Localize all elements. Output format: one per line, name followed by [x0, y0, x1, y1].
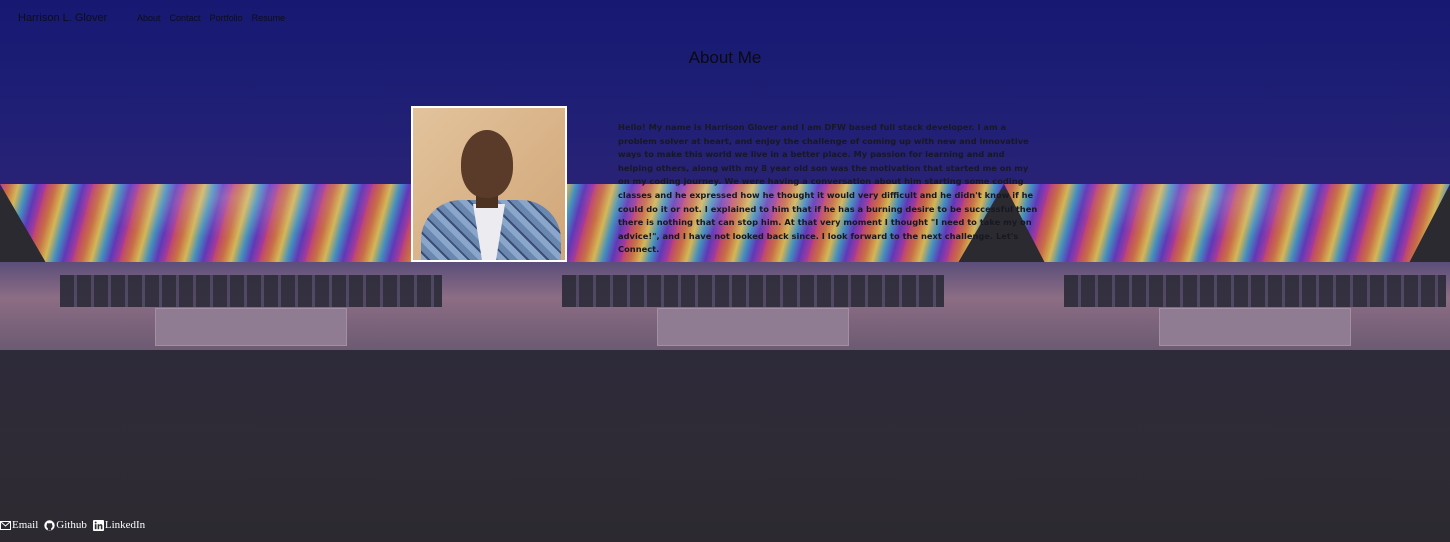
laptop-tile: [502, 0, 1004, 542]
nav-link-resume[interactable]: Resume: [252, 13, 286, 23]
nav-link-contact[interactable]: Contact: [170, 13, 201, 23]
nav-links: About Contact Portfolio Resume: [137, 13, 285, 23]
github-link[interactable]: Github: [44, 519, 87, 531]
laptop-tile: [0, 0, 502, 542]
bio-text: Hello! My name is Harrison Glover and I …: [618, 122, 1038, 255]
nav-link-about[interactable]: About: [137, 13, 161, 23]
email-label: Email: [12, 519, 39, 531]
linkedin-link[interactable]: LinkedIn: [92, 519, 146, 531]
nav-link-portfolio[interactable]: Portfolio: [210, 13, 243, 23]
linkedin-icon: [92, 519, 104, 531]
background-image: [0, 0, 1450, 542]
github-icon: [44, 519, 55, 531]
github-label: Github: [56, 519, 87, 531]
envelope-icon: [0, 520, 11, 530]
brand-name[interactable]: Harrison L. Glover: [18, 12, 107, 24]
laptop-tile: [1004, 0, 1450, 542]
navbar: Harrison L. Glover About Contact Portfol…: [0, 0, 1450, 36]
page-title: About Me: [688, 48, 762, 67]
email-link[interactable]: Email: [0, 519, 38, 531]
footer-links: Email Github LinkedIn: [0, 519, 145, 531]
profile-photo: [411, 106, 567, 262]
linkedin-label: LinkedIn: [104, 519, 146, 531]
